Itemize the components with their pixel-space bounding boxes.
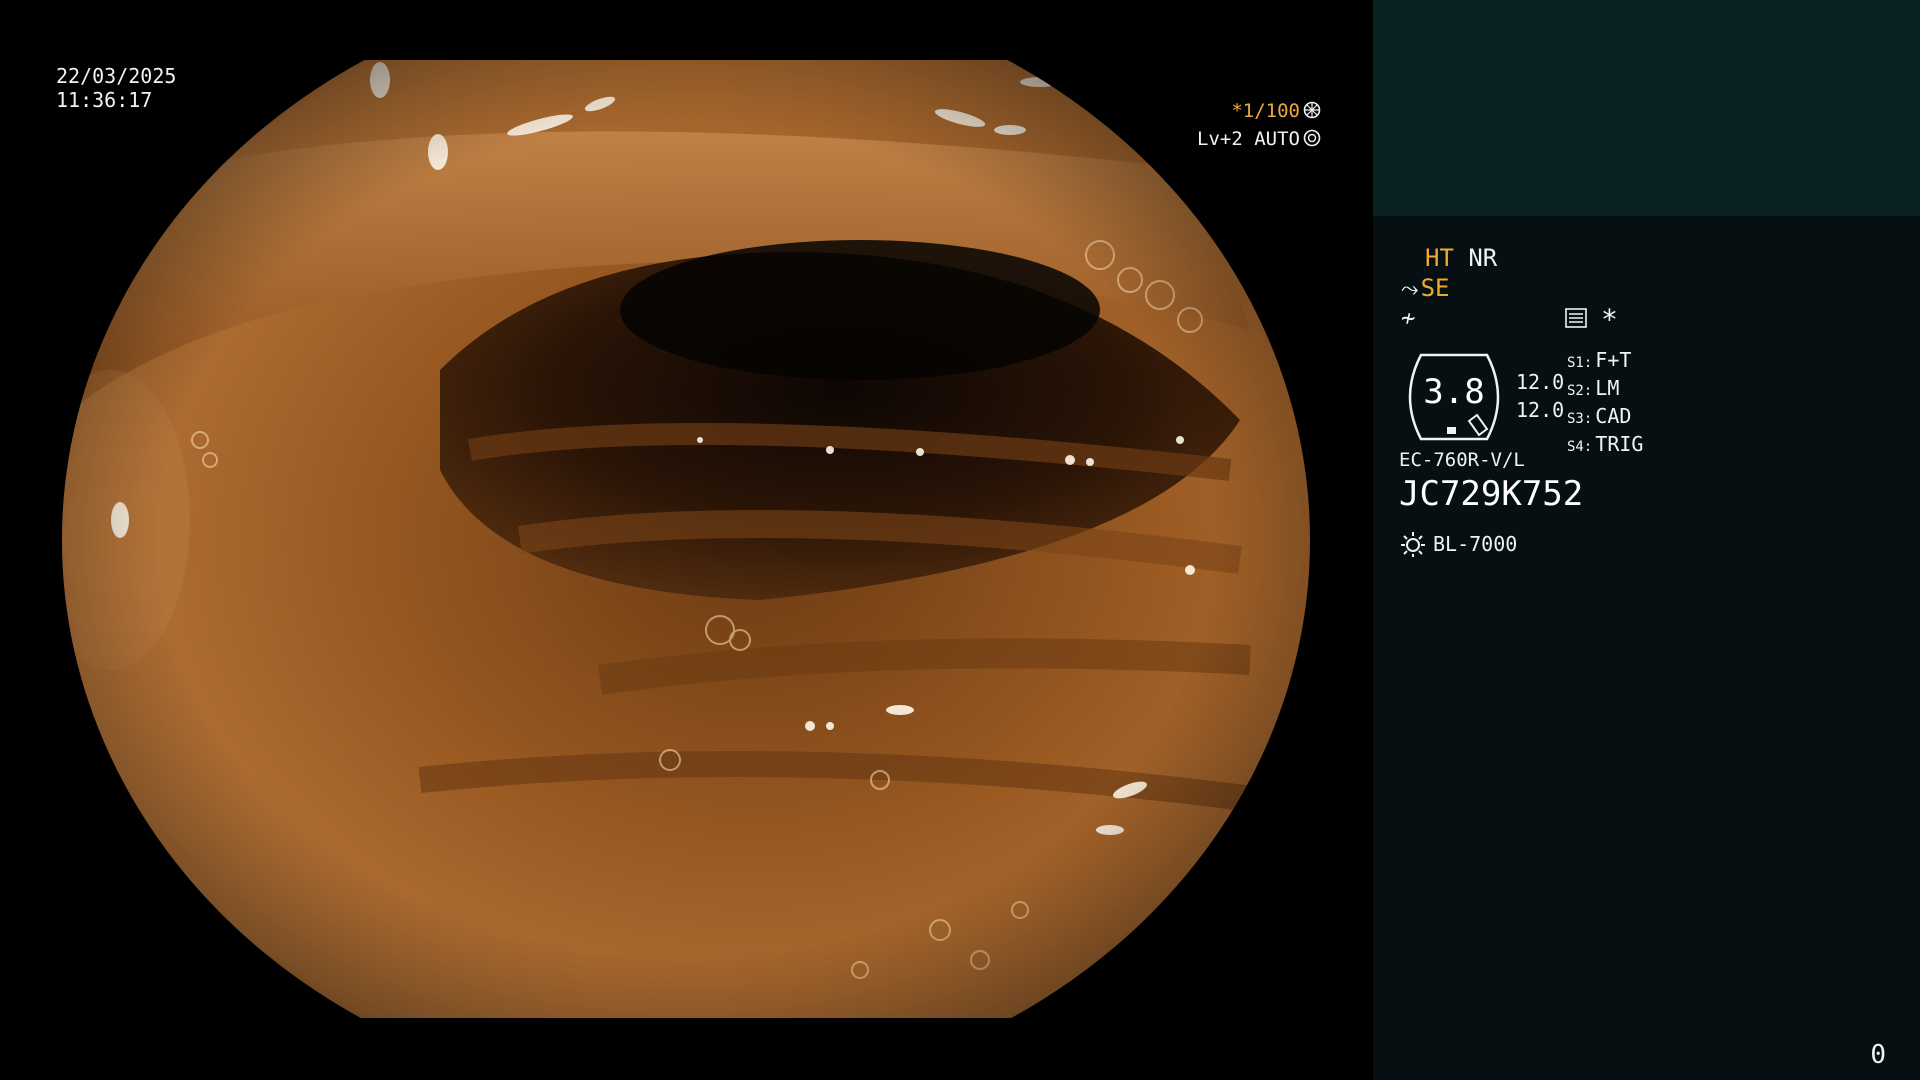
nr-label: NR <box>1468 244 1498 272</box>
shutter-icon <box>1303 101 1321 119</box>
scope-serial: JC729K752 <box>1399 474 1584 514</box>
se-row: ⤳SE <box>1401 274 1450 302</box>
menu-icon <box>1565 308 1587 328</box>
iris-indicator: Lv+2 AUTO <box>1197 128 1321 150</box>
date-text: 22/03/2025 <box>56 64 177 88</box>
light-icon <box>1401 532 1425 557</box>
light-source-row: BL-7000 <box>1399 530 1517 558</box>
switch-item: S3: CAD <box>1567 404 1632 428</box>
info-panel-header <box>1373 0 1920 216</box>
endoscope-viewport: 22/03/2025 11:36:17 *1/100 Lv+2 AUTO <box>0 0 1373 1080</box>
ht-label: HT <box>1425 244 1454 272</box>
page-number: 0 <box>1870 1040 1886 1070</box>
ht-nr-row: HT NR <box>1425 244 1497 272</box>
lens-value-top: 12.0 <box>1516 370 1565 394</box>
switch-item: S2: LM <box>1567 376 1620 400</box>
scope-model: EC-760R-V/L <box>1399 449 1525 471</box>
se-arrow-icon: ⤳ <box>1401 277 1419 302</box>
switch-list: S1: F+T S2: LM S3: CAD S4: TRIG <box>1567 348 1643 460</box>
lens-value-bottom: 12.0 <box>1516 398 1565 422</box>
endoscopic-image <box>62 60 1310 1018</box>
switch-item: S4: TRIG <box>1567 432 1644 456</box>
iris-icon <box>1303 129 1321 147</box>
enhance-icon: ≁ <box>1401 304 1416 332</box>
light-source-text: BL-7000 <box>1433 532 1518 556</box>
iris-text: Lv+2 AUTO <box>1197 128 1300 150</box>
star-icon: * <box>1601 303 1618 336</box>
switch-item: S1: F+T <box>1567 348 1632 372</box>
shutter-text: *1/100 <box>1231 100 1300 122</box>
se-label: SE <box>1420 274 1450 302</box>
time-text: 11:36:17 <box>56 88 153 112</box>
shutter-indicator: *1/100 <box>1231 100 1321 122</box>
info-panel: HT NR ⤳SE ≁ * 3.8 12.0 12.0 S1: F+T S2: LM… <box>1373 0 1920 1080</box>
zoom-value: 3.8 <box>1423 372 1485 412</box>
datetime-display: 22/03/2025 11:36:17 <box>56 64 176 112</box>
